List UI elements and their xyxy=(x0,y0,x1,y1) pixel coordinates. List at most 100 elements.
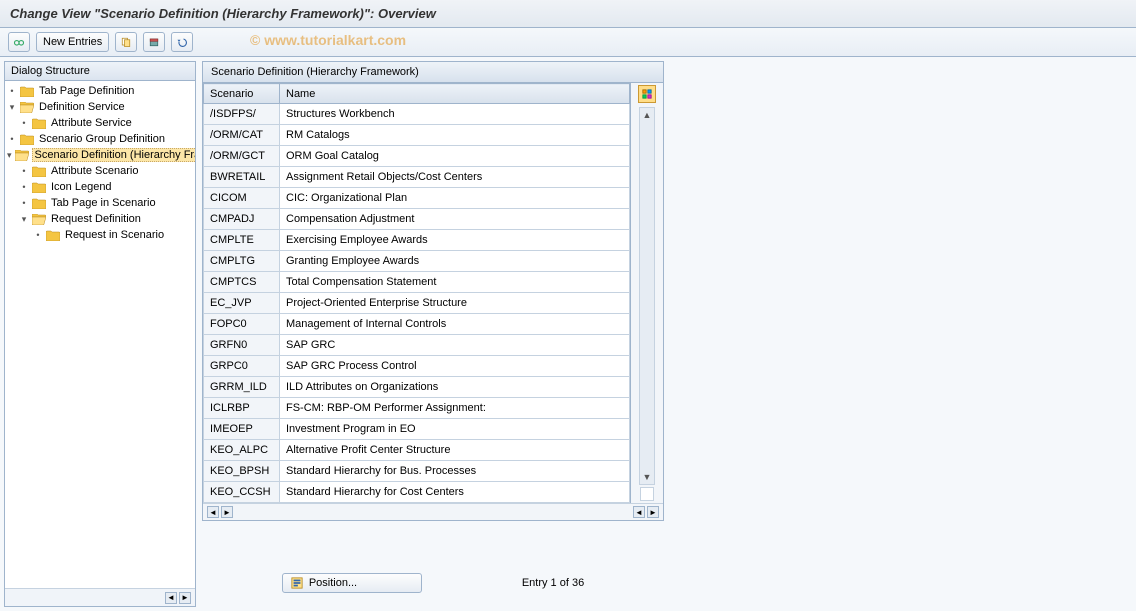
delete-button[interactable] xyxy=(143,32,165,52)
dialog-structure-tree[interactable]: •Tab Page Definition▾Definition Service•… xyxy=(5,81,195,588)
table-settings-icon[interactable] xyxy=(638,85,656,103)
scenario-cell[interactable]: GRFN0 xyxy=(204,335,280,356)
table-row[interactable]: KEO_BPSHStandard Hierarchy for Bus. Proc… xyxy=(204,461,630,482)
col-scenario-header[interactable]: Scenario xyxy=(204,84,280,104)
name-cell[interactable]: Exercising Employee Awards xyxy=(280,230,630,251)
tree-node[interactable]: •Tab Page in Scenario xyxy=(5,195,195,211)
table-row[interactable]: /ORM/GCTORM Goal Catalog xyxy=(204,146,630,167)
tree-node[interactable]: •Attribute Service xyxy=(5,115,195,131)
tree-expander[interactable]: • xyxy=(19,198,29,208)
table-row[interactable]: CMPLTEExercising Employee Awards xyxy=(204,230,630,251)
scenario-cell[interactable]: CMPLTE xyxy=(204,230,280,251)
table-row[interactable]: CICOMCIC: Organizational Plan xyxy=(204,188,630,209)
scroll-down-icon[interactable]: ▼ xyxy=(640,470,654,484)
scenario-cell[interactable]: CMPLTG xyxy=(204,251,280,272)
table-row[interactable]: FOPC0Management of Internal Controls xyxy=(204,314,630,335)
scenario-cell[interactable]: /ORM/CAT xyxy=(204,125,280,146)
name-cell[interactable]: Compensation Adjustment xyxy=(280,209,630,230)
name-cell[interactable]: Standard Hierarchy for Bus. Processes xyxy=(280,461,630,482)
tree-expander[interactable]: • xyxy=(7,134,17,144)
scenario-cell[interactable]: /ORM/GCT xyxy=(204,146,280,167)
col-name-header[interactable]: Name xyxy=(280,84,630,104)
scenario-cell[interactable]: EC_JVP xyxy=(204,293,280,314)
scenario-cell[interactable]: CICOM xyxy=(204,188,280,209)
name-cell[interactable]: RM Catalogs xyxy=(280,125,630,146)
copy-button[interactable] xyxy=(115,32,137,52)
table-vscroll[interactable]: ▲ ▼ xyxy=(639,107,655,485)
scenario-cell[interactable]: CMPTCS xyxy=(204,272,280,293)
tree-expander[interactable]: • xyxy=(19,118,29,128)
scenario-cell[interactable]: CMPADJ xyxy=(204,209,280,230)
table-row[interactable]: /ISDFPS/Structures Workbench xyxy=(204,104,630,125)
tree-expander[interactable]: ▾ xyxy=(7,150,12,161)
sidebar-scroll-left[interactable]: ◄ xyxy=(165,592,177,604)
folder-open-icon xyxy=(15,149,29,161)
scenario-cell[interactable]: ICLRBP xyxy=(204,398,280,419)
position-button[interactable]: Position... xyxy=(282,573,422,593)
new-entries-button[interactable]: New Entries xyxy=(36,32,109,52)
name-cell[interactable]: Standard Hierarchy for Cost Centers xyxy=(280,482,630,503)
scenario-cell[interactable]: GRRM_ILD xyxy=(204,377,280,398)
tree-node[interactable]: ▾Definition Service xyxy=(5,99,195,115)
table-row[interactable]: GRPC0SAP GRC Process Control xyxy=(204,356,630,377)
name-cell[interactable]: ORM Goal Catalog xyxy=(280,146,630,167)
table-scroll-right-2[interactable]: ► xyxy=(647,506,659,518)
scenario-cell[interactable]: BWRETAIL xyxy=(204,167,280,188)
tree-expander[interactable]: • xyxy=(19,182,29,192)
tree-node[interactable]: •Attribute Scenario xyxy=(5,163,195,179)
table-row[interactable]: KEO_ALPCAlternative Profit Center Struct… xyxy=(204,440,630,461)
table-row[interactable]: ICLRBPFS-CM: RBP-OM Performer Assignment… xyxy=(204,398,630,419)
table-scroll-right[interactable]: ► xyxy=(221,506,233,518)
scenario-cell[interactable]: /ISDFPS/ xyxy=(204,104,280,125)
name-cell[interactable]: CIC: Organizational Plan xyxy=(280,188,630,209)
name-cell[interactable]: Investment Program in EO xyxy=(280,419,630,440)
undo-button[interactable] xyxy=(171,32,193,52)
toggle-button[interactable] xyxy=(8,32,30,52)
name-cell[interactable]: Assignment Retail Objects/Cost Centers xyxy=(280,167,630,188)
table-row[interactable]: EC_JVPProject-Oriented Enterprise Struct… xyxy=(204,293,630,314)
select-all-box[interactable] xyxy=(640,487,654,501)
table-row[interactable]: IMEOEPInvestment Program in EO xyxy=(204,419,630,440)
name-cell[interactable]: Management of Internal Controls xyxy=(280,314,630,335)
scenario-cell[interactable]: FOPC0 xyxy=(204,314,280,335)
name-cell[interactable]: Structures Workbench xyxy=(280,104,630,125)
scenario-cell[interactable]: KEO_ALPC xyxy=(204,440,280,461)
name-cell[interactable]: Total Compensation Statement xyxy=(280,272,630,293)
table-row[interactable]: CMPLTGGranting Employee Awards xyxy=(204,251,630,272)
tree-expander[interactable]: • xyxy=(7,86,17,96)
scenario-cell[interactable]: KEO_CCSH xyxy=(204,482,280,503)
tree-expander[interactable]: ▾ xyxy=(7,102,17,113)
table-scroll-left[interactable]: ◄ xyxy=(207,506,219,518)
name-cell[interactable]: SAP GRC Process Control xyxy=(280,356,630,377)
table-row[interactable]: BWRETAILAssignment Retail Objects/Cost C… xyxy=(204,167,630,188)
tree-expander[interactable]: • xyxy=(19,166,29,176)
name-cell[interactable]: Project-Oriented Enterprise Structure xyxy=(280,293,630,314)
tree-node[interactable]: ▾Request Definition xyxy=(5,211,195,227)
name-cell[interactable]: Alternative Profit Center Structure xyxy=(280,440,630,461)
table-row[interactable]: CMPADJCompensation Adjustment xyxy=(204,209,630,230)
tree-node[interactable]: •Icon Legend xyxy=(5,179,195,195)
table-row[interactable]: GRFN0SAP GRC xyxy=(204,335,630,356)
tree-node[interactable]: ▾Scenario Definition (Hierarchy Framewor… xyxy=(5,147,195,163)
scroll-up-icon[interactable]: ▲ xyxy=(640,108,654,122)
table-row[interactable]: KEO_CCSHStandard Hierarchy for Cost Cent… xyxy=(204,482,630,503)
scenario-table[interactable]: Scenario Name /ISDFPS/Structures Workben… xyxy=(203,83,630,503)
folder-closed-icon xyxy=(32,165,46,177)
name-cell[interactable]: SAP GRC xyxy=(280,335,630,356)
tree-expander[interactable]: • xyxy=(33,230,43,240)
name-cell[interactable]: Granting Employee Awards xyxy=(280,251,630,272)
scenario-cell[interactable]: KEO_BPSH xyxy=(204,461,280,482)
table-row[interactable]: /ORM/CATRM Catalogs xyxy=(204,125,630,146)
scenario-cell[interactable]: IMEOEP xyxy=(204,419,280,440)
table-row[interactable]: GRRM_ILDILD Attributes on Organizations xyxy=(204,377,630,398)
sidebar-scroll-right[interactable]: ► xyxy=(179,592,191,604)
name-cell[interactable]: FS-CM: RBP-OM Performer Assignment: xyxy=(280,398,630,419)
tree-expander[interactable]: ▾ xyxy=(19,214,29,225)
tree-node[interactable]: •Scenario Group Definition xyxy=(5,131,195,147)
name-cell[interactable]: ILD Attributes on Organizations xyxy=(280,377,630,398)
tree-node[interactable]: •Tab Page Definition xyxy=(5,83,195,99)
tree-node[interactable]: •Request in Scenario xyxy=(5,227,195,243)
table-row[interactable]: CMPTCSTotal Compensation Statement xyxy=(204,272,630,293)
scenario-cell[interactable]: GRPC0 xyxy=(204,356,280,377)
table-scroll-left-2[interactable]: ◄ xyxy=(633,506,645,518)
